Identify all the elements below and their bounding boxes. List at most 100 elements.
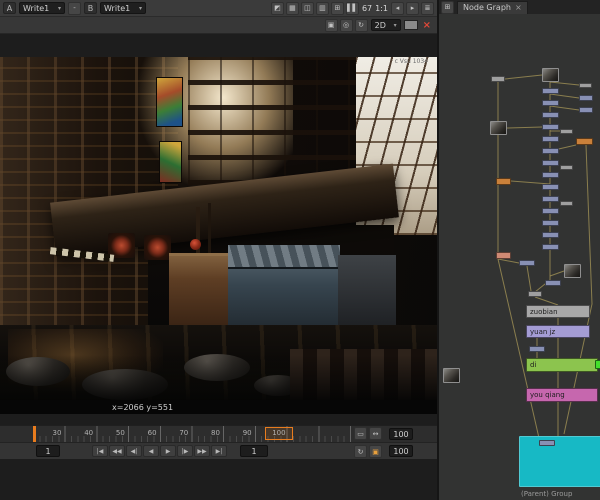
graph-node[interactable] [529, 346, 545, 352]
refresh-render-icon[interactable]: ↻ [354, 18, 368, 32]
alley-scaffolding-top [188, 57, 360, 185]
timeline-tick-label: 30 [52, 429, 62, 437]
mask-overlay-icon[interactable]: ▥ [315, 1, 329, 15]
play-backward-button[interactable]: ◀ [143, 445, 159, 457]
panel-tab-bar: ⊞ Node Graph × [439, 0, 600, 14]
graph-node[interactable] [542, 208, 559, 214]
graph-node[interactable] [542, 112, 559, 118]
graph-node-di[interactable]: di [526, 358, 598, 372]
goto-end-button[interactable]: ▶| [211, 445, 227, 457]
graph-node[interactable] [519, 260, 535, 266]
lock-range-icon[interactable]: ▣ [369, 445, 382, 458]
graph-node[interactable] [491, 76, 505, 82]
graph-node[interactable] [542, 136, 559, 142]
view-mode-value: 2D [374, 20, 386, 30]
timeline-tick-label: 60 [147, 429, 157, 437]
step-back-button[interactable]: ◀| [126, 445, 142, 457]
pixel-aspect-ratio[interactable]: 1:1 [375, 4, 388, 13]
nuke-application-window: A Write1 ▾ - B Write1 ▾ ◩ ▦ ◫ ▥ ⊞ ▌▌ 67 1:1 ◂… [0, 0, 600, 500]
alley-fan-unit [144, 235, 171, 260]
graph-node[interactable] [560, 201, 573, 206]
graph-node[interactable] [579, 107, 593, 113]
next-view-icon[interactable]: ▸ [406, 1, 419, 15]
graph-node[interactable] [528, 291, 542, 297]
playback-range-end-input[interactable]: 100 [389, 445, 413, 457]
tab-label: Node Graph [463, 3, 511, 12]
graph-node[interactable] [560, 165, 573, 170]
graph-node[interactable] [542, 160, 559, 166]
viewer-render-controls: ▣ ◎ ↻ [324, 18, 368, 32]
graph-node[interactable] [560, 129, 573, 134]
graph-node[interactable] [539, 440, 555, 446]
fit-timeline-icon[interactable]: ↔ [369, 427, 382, 440]
graph-node[interactable] [595, 360, 600, 369]
graph-node[interactable] [542, 244, 559, 250]
play-backward-fast-button[interactable]: ◀◀ [109, 445, 125, 457]
graph-node[interactable] [579, 95, 593, 101]
range-start-input[interactable]: 1 [240, 445, 268, 457]
graph-node-zuobian[interactable]: zuobian [526, 305, 590, 318]
goto-start-button[interactable]: |◀ [92, 445, 108, 457]
graph-node[interactable] [542, 184, 559, 190]
node-connections [497, 74, 593, 439]
viewer-display-controls: ◩ ▦ ◫ ▥ ⊞ ▌▌ [270, 1, 359, 15]
playback-mode-icon[interactable]: ↻ [354, 445, 367, 458]
timeline-ruler-row: 30 40 50 60 70 80 90 100 ▭ ↔ 100 [0, 425, 437, 442]
viewer-info-bar: x=2066 y=551 [0, 400, 437, 414]
roi-icon[interactable]: ⊞ [330, 1, 344, 15]
graph-node[interactable] [576, 138, 593, 145]
prev-view-icon[interactable]: ◂ [391, 1, 404, 15]
tab-node-graph[interactable]: Node Graph × [457, 0, 528, 14]
graph-node-yuan-jz[interactable]: yuan jz [526, 325, 590, 338]
ab-minus-button[interactable]: - [68, 1, 81, 15]
checker-background-icon[interactable]: ▦ [285, 1, 299, 15]
panel-menu-icon[interactable]: ⊞ [441, 0, 454, 14]
gain-icon[interactable]: ◩ [270, 1, 284, 15]
graph-node-you-qiang[interactable]: you qiang [526, 388, 598, 402]
zoom-level[interactable]: 67 [362, 4, 372, 13]
play-forward-button[interactable]: ▶ [160, 445, 176, 457]
read-node-thumbnail[interactable] [490, 121, 507, 135]
color-swatch[interactable] [403, 20, 418, 30]
current-frame-input[interactable]: 1 [36, 445, 60, 457]
graph-node[interactable] [542, 196, 559, 202]
global-range-end-input[interactable]: 100 [389, 428, 413, 440]
viewer-image-label: c Vsu 1034 [394, 58, 428, 65]
input-a-select[interactable]: Write1 ▾ [19, 2, 65, 14]
graph-node[interactable] [542, 148, 559, 154]
graph-node[interactable] [545, 280, 561, 286]
view-mode-select[interactable]: 2D ▾ [370, 19, 401, 31]
frame-range-icon[interactable]: ▭ [354, 427, 367, 440]
close-input-icon[interactable]: × [421, 20, 433, 31]
viewer-menu-icon[interactable]: ≣ [421, 1, 434, 15]
input-a-label: A [3, 2, 16, 14]
graph-node[interactable] [579, 83, 592, 88]
node-graph-canvas[interactable]: (Parent) Group zuobian yuan jz di you qiang [439, 14, 600, 500]
graph-node[interactable] [542, 88, 559, 94]
pause-icon[interactable]: ▌▌ [345, 1, 359, 15]
timeline-ruler[interactable]: 30 40 50 60 70 80 90 100 [33, 426, 353, 442]
read-node-thumbnail[interactable] [564, 264, 581, 278]
graph-node[interactable] [496, 252, 511, 259]
playhead-marker[interactable] [33, 426, 36, 442]
backdrop-node[interactable] [519, 436, 600, 487]
graph-node[interactable] [542, 100, 559, 106]
graph-node[interactable] [542, 232, 559, 238]
graph-node[interactable] [496, 178, 511, 185]
viewer-extra-controls: ◂ ▸ ≣ [391, 1, 434, 15]
play-forward-fast-button[interactable]: ▶▶ [194, 445, 210, 457]
close-icon[interactable]: × [515, 3, 522, 12]
read-node-thumbnail[interactable] [443, 368, 460, 383]
chevron-down-icon: ▾ [57, 4, 61, 12]
alley-red-valve [190, 239, 201, 250]
gamma-display-icon[interactable]: ◎ [339, 18, 353, 32]
graph-node[interactable] [542, 220, 559, 226]
monitor-output-icon[interactable]: ▣ [324, 18, 338, 32]
wipe-icon[interactable]: ◫ [300, 1, 314, 15]
viewer-canvas[interactable]: c Vsu 1034 [0, 57, 437, 400]
read-node-thumbnail[interactable] [542, 68, 559, 82]
graph-node[interactable] [542, 172, 559, 178]
input-b-select[interactable]: Write1 ▾ [100, 2, 146, 14]
step-forward-button[interactable]: |▶ [177, 445, 193, 457]
graph-node[interactable] [542, 124, 559, 130]
